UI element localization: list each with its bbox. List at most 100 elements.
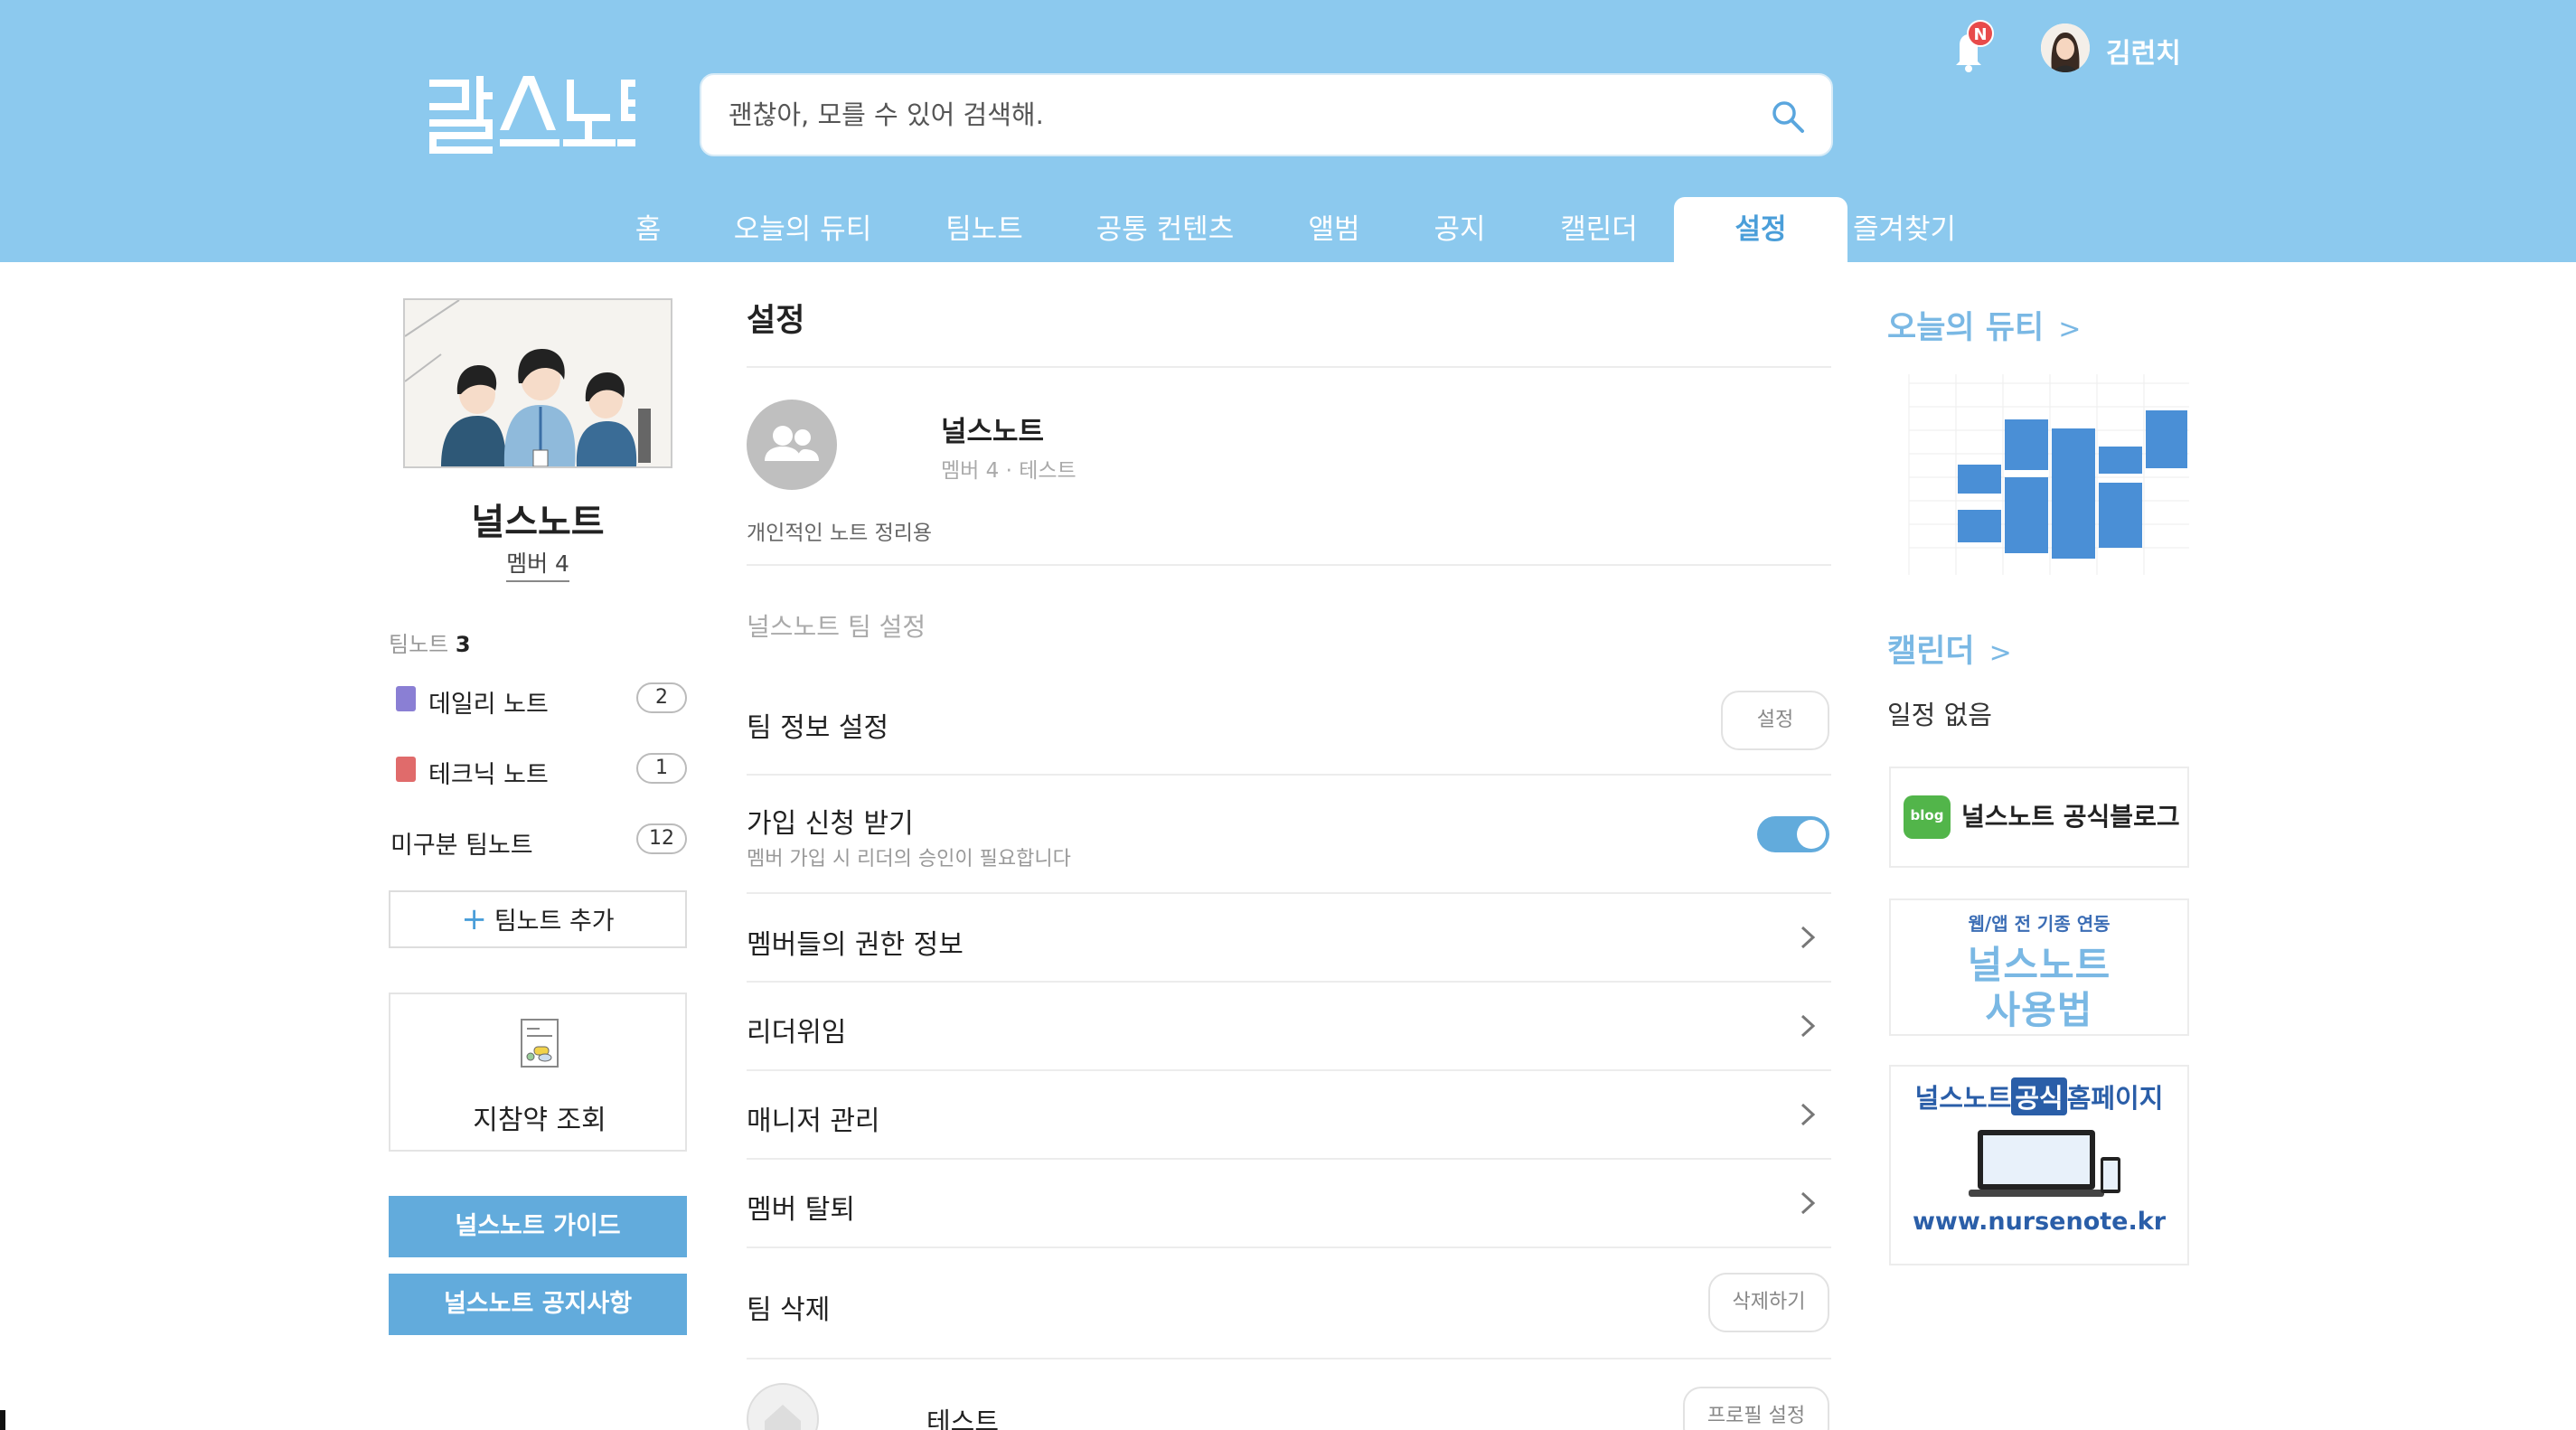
no-schedule-text: 일정 없음 — [1887, 700, 1992, 730]
teamnote-label: 데일리 노트 — [428, 691, 549, 719]
join-request-description: 멤버 가입 시 리더의 승인이 필요합니다 — [747, 848, 1071, 870]
today-duty-heading[interactable]: 오늘의 듀티 > — [1887, 302, 2081, 348]
chevron-right-icon[interactable] — [1797, 1190, 1819, 1217]
homepage-suffix: 홈페이지 — [2066, 1083, 2164, 1114]
plus-icon: + — [461, 901, 487, 937]
homepage-badge: 공식 — [2011, 1077, 2067, 1115]
notebook-icon — [396, 686, 416, 711]
tab-today-duty[interactable]: 오늘의 듀티 — [723, 197, 882, 262]
teamnote-item-technique[interactable]: 테크닉 노트 1 — [389, 748, 687, 793]
team-subtitle: 멤버 4 · 테스트 — [941, 459, 1076, 483]
chevron-right-icon[interactable] — [1797, 1101, 1819, 1128]
search-bar — [700, 73, 1833, 156]
house-icon — [765, 1405, 801, 1430]
member-name: 테스트 — [926, 1406, 1000, 1430]
team-description: 개인적인 노트 정리용 — [747, 522, 933, 545]
how-to-use-subtitle: 사용법 — [1985, 988, 2093, 1032]
divider — [747, 981, 1831, 983]
teamnote-label: 테크닉 노트 — [428, 761, 549, 789]
calendar-heading-label: 캘린더 — [1887, 634, 1975, 670]
header: N 김런치 홈 오늘의 듀티 팀노트 공통 컨텐츠 앨범 공지 캘린더 설정 즐… — [0, 0, 2576, 262]
teamnote-item-uncategorized[interactable]: 미구분 팀노트 12 — [389, 818, 687, 863]
tab-teamnote[interactable]: 팀노트 — [935, 197, 1034, 262]
tab-common-content[interactable]: 공통 컨텐츠 — [1088, 197, 1242, 262]
search-input[interactable] — [729, 75, 1723, 155]
teamnote-heading-count: 3 — [455, 632, 471, 657]
chevron-right-icon[interactable] — [1797, 924, 1819, 951]
how-to-use-caption: 웹/앱 전 기종 연동 — [1968, 913, 2111, 935]
main-nav: 홈 오늘의 듀티 팀노트 공통 컨텐츠 앨범 공지 캘린더 설정 즐겨찾기 — [0, 197, 2576, 262]
add-teamnote-button[interactable]: + 팀노트 추가 — [389, 890, 687, 948]
window-corner — [0, 1410, 5, 1430]
divider — [747, 1158, 1831, 1160]
chevron-right-icon: > — [1988, 637, 2012, 669]
team-member-count-text[interactable]: 멤버 4 — [506, 550, 569, 582]
team-delete-label: 팀 삭제 — [747, 1294, 831, 1326]
notice-button[interactable]: 널스노트 공지사항 — [389, 1274, 687, 1335]
homepage-prefix: 널스노트 — [1914, 1083, 2012, 1114]
medication-lookup-card[interactable]: 지참약 조회 — [389, 993, 687, 1152]
avatar[interactable] — [2041, 24, 2090, 72]
team-member-count[interactable]: 멤버 4 — [403, 546, 672, 582]
team-title: 널스노트 — [941, 416, 1045, 448]
official-homepage-title: 널스노트 공식 홈페이지 — [1891, 1077, 2187, 1115]
duty-calendar-thumbnail[interactable] — [1891, 365, 2189, 575]
teamnote-count-badge: 1 — [636, 753, 687, 784]
join-request-toggle[interactable] — [1757, 816, 1829, 852]
group-icon — [765, 426, 819, 461]
toggle-knob — [1797, 820, 1826, 849]
delete-team-button[interactable]: 삭제하기 — [1708, 1273, 1829, 1332]
manager-management-row[interactable]: 매니저 관리 — [747, 1098, 880, 1138]
team-avatar[interactable] — [747, 400, 837, 490]
nursenote-logo[interactable] — [429, 76, 635, 154]
devices-icon — [1969, 1130, 2120, 1197]
teamnote-count-badge: 12 — [636, 823, 687, 854]
blog-icon: blog — [1904, 795, 1951, 839]
team-info-label: 팀 정보 설정 — [747, 712, 889, 744]
divider — [747, 366, 1831, 368]
divider — [747, 774, 1831, 776]
teamnote-heading-label: 팀노트 — [389, 632, 449, 657]
add-teamnote-label: 팀노트 추가 — [494, 908, 615, 936]
teamnote-count-badge: 2 — [636, 682, 687, 713]
document-pills-icon — [521, 1019, 559, 1068]
official-blog-label: 널스노트 공식블로그 — [1961, 802, 2180, 832]
divider — [747, 892, 1831, 894]
tab-home[interactable]: 홈 — [624, 197, 672, 262]
chevron-right-icon: > — [2058, 314, 2082, 345]
leader-delegate-row[interactable]: 리더위임 — [747, 1010, 846, 1049]
teamnote-label: 미구분 팀노트 — [390, 832, 533, 860]
tab-settings[interactable]: 설정 — [1674, 197, 1847, 262]
username[interactable]: 김런치 — [2106, 31, 2181, 71]
member-permissions-row[interactable]: 멤버들의 권한 정보 — [747, 922, 964, 962]
member-withdraw-row[interactable]: 멤버 탈퇴 — [747, 1187, 855, 1227]
divider — [747, 1358, 1831, 1359]
search-icon[interactable] — [1770, 99, 1806, 135]
team-name: 널스노트 — [471, 502, 605, 543]
tab-notice[interactable]: 공지 — [1426, 197, 1493, 262]
official-blog-card[interactable]: blog 널스노트 공식블로그 — [1889, 767, 2189, 868]
profile-settings-button[interactable]: 프로필 설정 — [1683, 1387, 1829, 1430]
calendar-heading[interactable]: 캘린더 > — [1887, 626, 2012, 672]
official-homepage-card[interactable]: 널스노트 공식 홈페이지 www.nursenote.kr — [1889, 1065, 2189, 1265]
tab-favorites[interactable]: 즐겨찾기 — [1828, 197, 1981, 262]
medication-lookup-label: 지참약 조회 — [473, 1105, 606, 1136]
user-avatar-icon — [2041, 24, 2090, 72]
team-photo[interactable] — [403, 298, 672, 468]
member-avatar[interactable] — [747, 1383, 819, 1430]
tab-album[interactable]: 앨범 — [1298, 197, 1370, 262]
tab-calendar[interactable]: 캘린더 — [1551, 197, 1647, 262]
notebook-icon — [396, 757, 416, 782]
guide-button[interactable]: 널스노트 가이드 — [389, 1196, 687, 1257]
divider — [747, 1247, 1831, 1248]
today-duty-heading-label: 오늘의 듀티 — [1887, 310, 2045, 346]
join-request-label: 가입 신청 받기 — [747, 808, 914, 840]
homepage-url[interactable]: www.nursenote.kr — [1891, 1208, 2187, 1236]
team-info-settings-button[interactable]: 설정 — [1721, 691, 1829, 750]
teamnote-item-daily[interactable]: 데일리 노트 2 — [389, 677, 687, 722]
teamnote-heading: 팀노트 3 — [389, 626, 471, 658]
chevron-right-icon[interactable] — [1797, 1012, 1819, 1040]
page-title: 설정 — [747, 303, 805, 339]
divider — [747, 564, 1831, 566]
how-to-use-card[interactable]: 웹/앱 전 기종 연동 널스노트 사용법 — [1889, 898, 2189, 1036]
